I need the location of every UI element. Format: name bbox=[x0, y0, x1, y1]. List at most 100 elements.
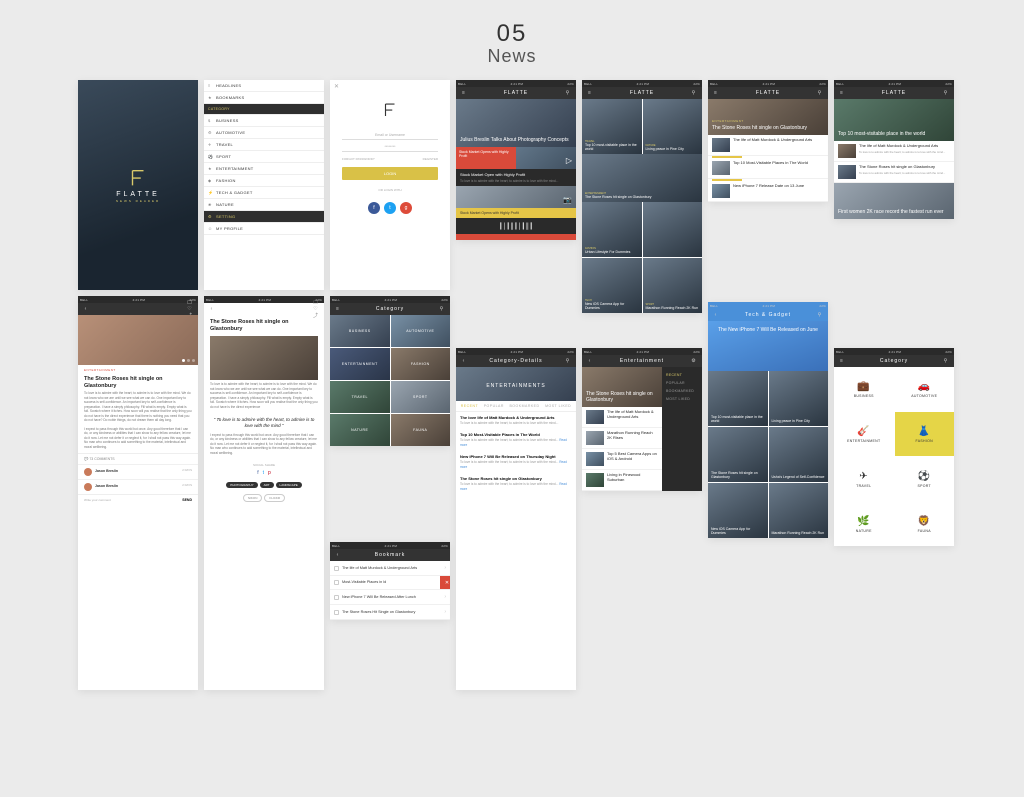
tab-popular[interactable]: POPULAR bbox=[484, 404, 504, 408]
tab-mostliked[interactable]: MOST LIKED bbox=[545, 404, 571, 408]
search-icon[interactable]: ⚲ bbox=[564, 90, 572, 96]
heart-icon[interactable]: ♡ bbox=[187, 306, 192, 312]
tag[interactable]: NIKON bbox=[243, 494, 263, 502]
filter-recent[interactable]: RECENT bbox=[666, 371, 698, 379]
tw-icon[interactable]: t bbox=[263, 470, 264, 476]
tab-bookmarked[interactable]: BOOKMARKED bbox=[509, 404, 539, 408]
cat-travel[interactable]: TRAVEL bbox=[330, 381, 390, 413]
tile-stock-red[interactable]: Stock Market Opens with Highly Profit▷ bbox=[456, 147, 576, 169]
menu-cat-tech[interactable]: ⚡TECH & GADGET bbox=[204, 187, 324, 199]
audio-wave-icon[interactable]: ┃│┃║┃│┃║┃ bbox=[456, 218, 576, 234]
menu-icon[interactable]: ≡ bbox=[586, 90, 594, 96]
tile[interactable]: Living peace in Pine City bbox=[769, 371, 829, 426]
search-icon[interactable]: ⚲ bbox=[942, 90, 950, 96]
cat-travel[interactable]: ✈TRAVEL bbox=[834, 457, 894, 501]
menu-cat-nature[interactable]: ❀NATURE bbox=[204, 199, 324, 211]
menu-cat-entertainment[interactable]: ★ENTERTAINMENT bbox=[204, 163, 324, 175]
menu-icon[interactable]: ≡ bbox=[838, 358, 846, 364]
search-icon[interactable]: ⚲ bbox=[438, 306, 446, 312]
comment-input[interactable]: Write your comment bbox=[84, 498, 182, 502]
tile-camera-app[interactable]: TECHNew iOS Camera App for Dummies bbox=[582, 258, 642, 313]
bookmark-item[interactable]: The life of Matt Murdock & Underground A… bbox=[330, 561, 450, 576]
back-icon[interactable]: ‹ bbox=[208, 306, 216, 312]
email-field[interactable]: Email or Username bbox=[342, 131, 438, 140]
menu-icon[interactable]: ≡ bbox=[838, 90, 846, 96]
share-icon[interactable]: ⤴ bbox=[313, 313, 319, 319]
tag[interactable]: LANDSCAPE bbox=[276, 482, 302, 488]
tile-marathon[interactable]: SPORTMarathon Running Reach 2K Run bbox=[643, 258, 703, 313]
search-icon[interactable]: ⚲ bbox=[690, 90, 698, 96]
register-link[interactable]: REGISTER bbox=[423, 157, 438, 161]
menu-cat-fashion[interactable]: ◆FASHION bbox=[204, 175, 324, 187]
menu-icon[interactable]: ≡ bbox=[460, 90, 468, 96]
list-item[interactable]: The Stone Roses hit single on Glastonbur… bbox=[456, 473, 576, 495]
back-icon[interactable]: ‹ bbox=[460, 358, 468, 364]
tag[interactable]: FLICKR bbox=[264, 494, 285, 502]
list-item[interactable]: The love life of Matt Murdock & Undergro… bbox=[456, 412, 576, 429]
hero-iphone[interactable]: The New iPhone 7 Will Be Released on Jun… bbox=[708, 321, 828, 371]
search-icon[interactable]: ⚲ bbox=[564, 358, 572, 364]
card-matt2[interactable]: The life of Matt Murdock & Underground A… bbox=[834, 141, 954, 162]
tile[interactable]: Marathon Running Reach 2K Run bbox=[769, 483, 829, 538]
cat-nature[interactable]: 🌿NATURE bbox=[834, 502, 894, 546]
google-plus-icon[interactable]: g bbox=[400, 202, 412, 214]
back-icon[interactable]: ‹ bbox=[82, 306, 90, 312]
checkbox-icon[interactable] bbox=[334, 566, 339, 571]
card[interactable]: The life of Matt Murdock & Underground A… bbox=[582, 407, 662, 428]
card[interactable]: Top 5 Best Camera Apps on iOS & Android bbox=[582, 449, 662, 470]
cat-entertainment[interactable]: 🎸ENTERTAINMENT bbox=[834, 412, 894, 456]
hero-top10[interactable]: Top 10 most-visitable place in the world bbox=[834, 99, 954, 141]
tile-urban[interactable]: FASHIONUrban Lifestyle For Dummies bbox=[582, 202, 642, 257]
card-matt[interactable]: The life of Matt Murdock & Underground A… bbox=[708, 135, 828, 156]
headline-stock[interactable]: Stock Market Open with Highly ProfitTo l… bbox=[456, 169, 576, 186]
card-top10[interactable]: Top 10 Most-Visitable Places in The Worl… bbox=[708, 158, 828, 179]
list-item[interactable]: New iPhone 7 Will Be Released on Thursda… bbox=[456, 451, 576, 473]
menu-headlines[interactable]: ≡HEADLINES bbox=[204, 80, 324, 92]
forgot-link[interactable]: FORGOT PASSWORD? bbox=[342, 157, 375, 161]
cat-entertainment[interactable]: ENTERTAINMENT bbox=[330, 348, 390, 380]
tab-recent[interactable]: RECENT bbox=[461, 404, 478, 408]
search-icon[interactable]: ⚲ bbox=[816, 312, 824, 318]
twitter-icon[interactable]: t bbox=[384, 202, 396, 214]
search-icon[interactable]: ⚲ bbox=[942, 358, 950, 364]
back-icon[interactable]: ‹ bbox=[712, 312, 720, 318]
cat-fashion[interactable]: 👗FASHION bbox=[895, 412, 955, 456]
cat-business[interactable]: BUSINESS bbox=[330, 315, 390, 347]
menu-icon[interactable]: ≡ bbox=[334, 306, 342, 312]
tile-stone-wide[interactable]: ENTERTAINMENTThe Stone Roses hit single … bbox=[582, 154, 702, 202]
cat-fauna[interactable]: 🦁FAUNA bbox=[895, 502, 955, 546]
send-button[interactable]: SEND bbox=[182, 498, 192, 502]
tile[interactable]: Top 10 most-visitable place in the world bbox=[708, 371, 768, 426]
filter-bookmarked[interactable]: BOOKMARKED bbox=[666, 387, 698, 395]
hero-julius[interactable]: Julius Breslin Talks About Photography C… bbox=[456, 99, 576, 147]
tile[interactable]: Usha's Legend of Self-Confidence bbox=[769, 427, 829, 482]
tile[interactable]: The Stone Roses hit single on Glastonbur… bbox=[708, 427, 768, 482]
facebook-icon[interactable]: f bbox=[368, 202, 380, 214]
cat-business[interactable]: 💼BUSINESS bbox=[834, 367, 894, 411]
list-item[interactable]: Top 10 Most-Visitable Places in The Worl… bbox=[456, 429, 576, 451]
cat-sport[interactable]: ⚽SPORT bbox=[895, 457, 955, 501]
tile-camera[interactable]: 📷 bbox=[456, 186, 576, 208]
play-icon[interactable]: ▷ bbox=[566, 156, 572, 165]
fb-icon[interactable]: f bbox=[257, 470, 258, 476]
cat-fauna[interactable]: FAUNA bbox=[391, 414, 451, 446]
hero-women[interactable]: First women 2K race record the fastest r… bbox=[834, 183, 954, 219]
tag[interactable]: PHOTOGRAPHY bbox=[226, 482, 257, 488]
tile-top10[interactable]: TRAVELTop 10 most-visitable place in the… bbox=[582, 99, 642, 154]
menu-cat-sport[interactable]: ⚽SPORT bbox=[204, 151, 324, 163]
menu-icon[interactable]: ≡ bbox=[712, 90, 720, 96]
menu-cat-automotive[interactable]: ⚙AUTOMOTIVE bbox=[204, 127, 324, 139]
menu-cat-business[interactable]: $BUSINESS bbox=[204, 115, 324, 127]
cat-nature[interactable]: NATURE bbox=[330, 414, 390, 446]
cat-sport[interactable]: SPORT bbox=[391, 381, 451, 413]
menu-bookmarks[interactable]: ★BOOKMARKS bbox=[204, 92, 324, 104]
filter-icon[interactable]: ⚙ bbox=[690, 358, 698, 364]
search-icon[interactable]: ⚲ bbox=[816, 90, 824, 96]
back-icon[interactable]: ‹ bbox=[334, 552, 342, 558]
menu-setting[interactable]: ⚙SETTING bbox=[204, 211, 324, 223]
cat-automotive[interactable]: 🚗AUTOMOTIVE bbox=[895, 367, 955, 411]
tile[interactable]: New iOS Camera App for Dummies bbox=[708, 483, 768, 538]
cat-automotive[interactable]: AUTOMOTIVE bbox=[391, 315, 451, 347]
menu-cat-travel[interactable]: ✈TRAVEL bbox=[204, 139, 324, 151]
pin-icon[interactable]: p bbox=[268, 470, 271, 476]
